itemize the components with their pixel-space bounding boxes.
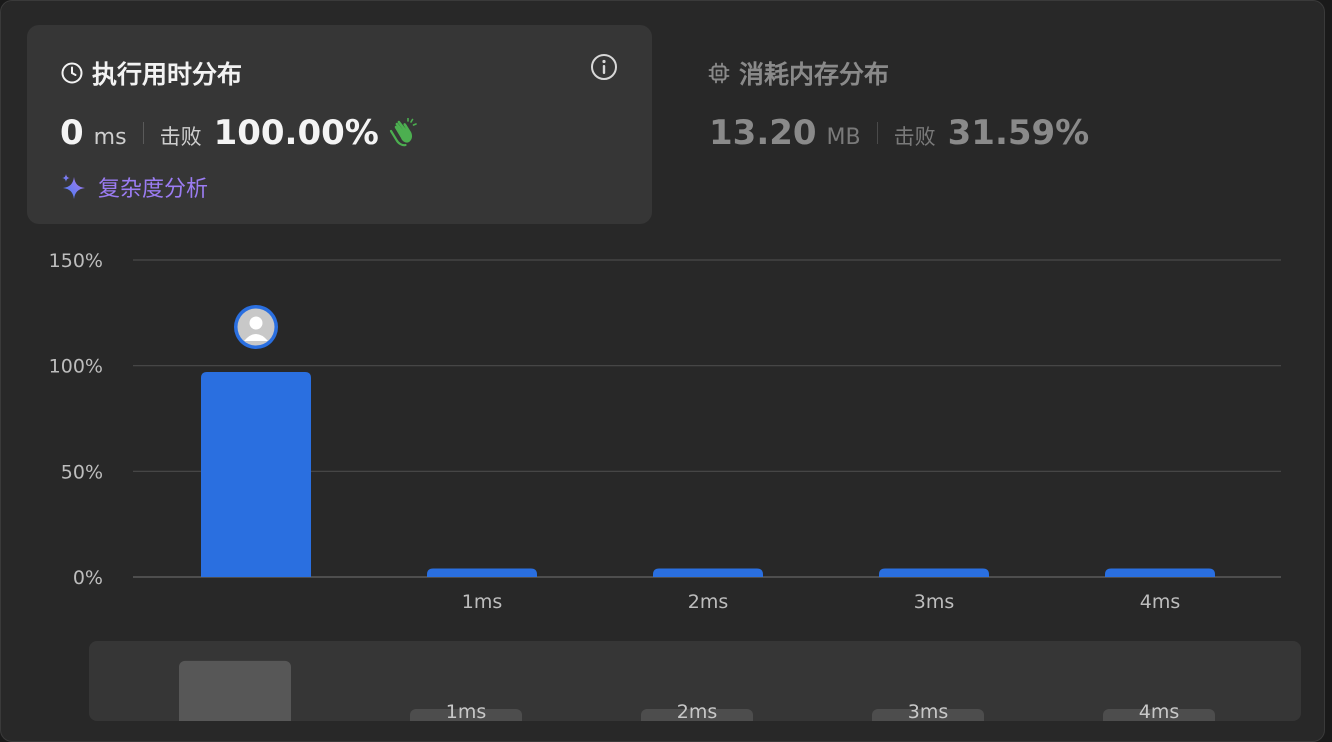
divider xyxy=(142,122,144,144)
avatar-head xyxy=(249,316,263,330)
complexity-analysis-link[interactable]: 复杂度分析 xyxy=(60,171,208,203)
memory-unit: MB xyxy=(826,125,861,150)
memory-tab[interactable]: 消耗内存分布 xyxy=(707,55,889,91)
y-tick-label: 50% xyxy=(61,461,103,483)
memory-title-text: 消耗内存分布 xyxy=(739,60,890,89)
bar[interactable] xyxy=(201,372,311,577)
y-tick-label: 100% xyxy=(49,356,103,378)
runtime-beat-label: 击败 xyxy=(159,125,202,149)
y-tick-label: 0% xyxy=(73,567,103,589)
memory-beat-label: 击败 xyxy=(893,125,936,149)
y-tick-label: 150% xyxy=(49,250,103,272)
sparkle-icon xyxy=(62,174,85,199)
runtime-title-text: 执行用时分布 xyxy=(92,60,243,89)
runtime-unit: ms xyxy=(93,125,127,150)
runtime-stats: 0 ms 击败 100.00% xyxy=(60,113,417,153)
navigator-label: 3ms xyxy=(908,701,949,721)
bar[interactable] xyxy=(653,568,763,577)
navigator-label: 2ms xyxy=(677,701,718,721)
runtime-title: 执行用时分布 xyxy=(60,55,242,91)
x-tick-label: 4ms xyxy=(1140,591,1181,613)
navigator-label: 1ms xyxy=(446,701,487,721)
bar[interactable] xyxy=(427,568,537,577)
x-tick-label: 1ms xyxy=(462,591,503,613)
divider xyxy=(876,122,878,144)
memory-stats: 13.20 MB 击败 31.59% xyxy=(709,113,1089,153)
bar[interactable] xyxy=(879,568,989,577)
performance-panel: 执行用时分布 0 ms 击败 100.00% 复杂度分析 消耗内存分布 13.2… xyxy=(0,0,1325,742)
chip-icon xyxy=(708,62,730,84)
runtime-card[interactable]: 执行用时分布 0 ms 击败 100.00% 复杂度分析 xyxy=(27,25,652,224)
complexity-label: 复杂度分析 xyxy=(98,177,209,202)
runtime-value: 0 xyxy=(60,113,84,153)
bar[interactable] xyxy=(1105,568,1215,577)
navigator-label: 4ms xyxy=(1139,701,1180,721)
info-icon[interactable] xyxy=(590,53,618,81)
clapping-hands-icon xyxy=(389,118,417,147)
clock-icon xyxy=(61,62,83,84)
runtime-beat-value: 100.00% xyxy=(213,113,379,153)
x-tick-label: 3ms xyxy=(914,591,955,613)
runtime-distribution-chart[interactable]: 0% 50% 100% 150% 1ms 2ms 3ms 4ms xyxy=(1,241,1301,621)
chart-range-navigator[interactable]: 1ms 2ms 3ms 4ms xyxy=(89,641,1301,721)
memory-beat-value: 31.59% xyxy=(947,113,1090,153)
navigator-bar xyxy=(179,660,291,721)
x-tick-label: 2ms xyxy=(688,591,729,613)
memory-value: 13.20 xyxy=(709,113,817,153)
